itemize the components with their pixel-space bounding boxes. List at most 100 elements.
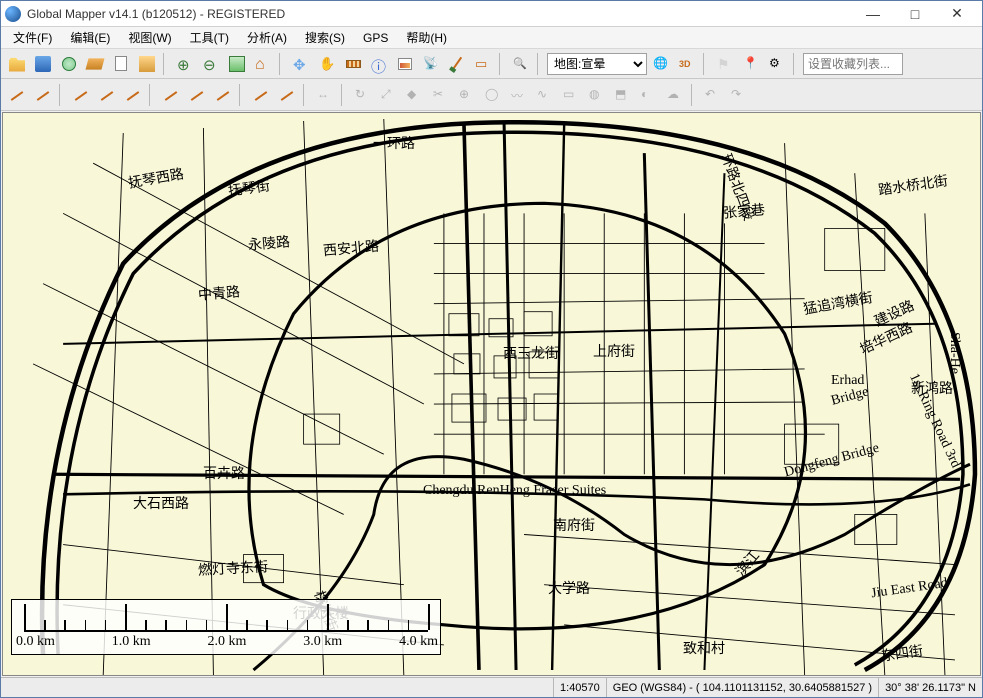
draw-line-button[interactable] bbox=[31, 83, 55, 107]
gps-settings-icon: ⚙ bbox=[769, 56, 785, 72]
print-button[interactable] bbox=[109, 52, 133, 76]
config-button[interactable] bbox=[135, 52, 159, 76]
undo-button[interactable]: ↶ bbox=[701, 83, 725, 107]
zoom-in-button[interactable] bbox=[173, 52, 197, 76]
separator bbox=[59, 84, 65, 106]
draw-cogo-button[interactable] bbox=[185, 83, 209, 107]
map-select[interactable]: 地图:宣晕 bbox=[547, 53, 647, 75]
separator bbox=[691, 84, 697, 106]
separator bbox=[537, 53, 543, 75]
draw-rect-button[interactable] bbox=[95, 83, 119, 107]
menu-analyze[interactable]: 分析(A) bbox=[239, 27, 295, 48]
separator bbox=[499, 53, 505, 75]
edit-combine-button[interactable]: ⬒ bbox=[611, 83, 635, 107]
layers-button[interactable] bbox=[83, 52, 107, 76]
pencil-circle-icon bbox=[127, 91, 140, 101]
gps-flag-button[interactable] bbox=[713, 52, 737, 76]
edit-crop-button[interactable]: ▭ bbox=[559, 83, 583, 107]
scale-label-2: 2.0 km bbox=[208, 634, 247, 650]
find-button[interactable] bbox=[509, 52, 533, 76]
menu-view[interactable]: 视图(W) bbox=[120, 27, 179, 48]
edit-button[interactable] bbox=[445, 52, 469, 76]
combine-icon: ⬒ bbox=[615, 87, 631, 103]
draw-point-button[interactable] bbox=[5, 83, 29, 107]
edit-dissolve-button[interactable]: ◐ bbox=[637, 83, 661, 107]
draw-trace-button[interactable] bbox=[249, 83, 273, 107]
edit-buffer-button[interactable]: ◯ bbox=[481, 83, 505, 107]
pencil-rect-icon bbox=[101, 91, 114, 101]
draw-free-button[interactable] bbox=[275, 83, 299, 107]
edit-vertex-button[interactable]: ◆ bbox=[403, 83, 427, 107]
draw-range-button[interactable] bbox=[211, 83, 235, 107]
gps-settings-button[interactable]: ⚙ bbox=[765, 52, 789, 76]
zoom-in-icon bbox=[177, 56, 193, 72]
separator bbox=[163, 53, 169, 75]
edit-split-button[interactable]: ✂ bbox=[429, 83, 453, 107]
pan-button[interactable] bbox=[289, 52, 313, 76]
join-icon: ⊕ bbox=[459, 87, 475, 103]
info-button[interactable] bbox=[367, 52, 391, 76]
shape-button[interactable] bbox=[471, 52, 495, 76]
redo-button[interactable]: ↷ bbox=[727, 83, 751, 107]
gps-track-button[interactable]: 📍 bbox=[739, 52, 763, 76]
los-button[interactable]: 📡 bbox=[419, 52, 443, 76]
pencil-free-icon bbox=[281, 91, 294, 101]
profile-button[interactable] bbox=[393, 52, 417, 76]
scale-label-4: 4.0 km bbox=[399, 634, 438, 650]
edit-scale-button[interactable]: ⤢ bbox=[377, 83, 401, 107]
edit-join-button[interactable]: ⊕ bbox=[455, 83, 479, 107]
zoom-out-button[interactable] bbox=[199, 52, 223, 76]
view3d-button[interactable] bbox=[675, 52, 699, 76]
layers-icon bbox=[85, 58, 104, 69]
shape-icon bbox=[475, 56, 491, 72]
menu-tools[interactable]: 工具(T) bbox=[182, 27, 237, 48]
draw-circle-button[interactable] bbox=[121, 83, 145, 107]
status-scale: 1:40570 bbox=[553, 678, 606, 697]
map-vector bbox=[3, 113, 980, 675]
profile-icon bbox=[398, 58, 412, 70]
edit-smooth-button[interactable]: ∿ bbox=[533, 83, 557, 107]
map-canvas[interactable]: 一环路抚琴西路抚琴街环路北四段踏水桥北街永陵路西安北路张家巷中青路猛追湾横街建设… bbox=[2, 112, 981, 676]
crop-icon: ▭ bbox=[563, 87, 579, 103]
los-icon: 📡 bbox=[423, 56, 439, 72]
edit-move-button[interactable]: ↔ bbox=[313, 83, 337, 107]
scale-label-1: 1.0 km bbox=[112, 634, 151, 650]
info-icon bbox=[371, 56, 387, 72]
web-button[interactable] bbox=[57, 52, 81, 76]
open-button[interactable] bbox=[5, 52, 29, 76]
favorites-input[interactable] bbox=[803, 53, 903, 75]
separator bbox=[793, 53, 799, 75]
hand-icon bbox=[319, 56, 335, 72]
3d-icon bbox=[679, 56, 695, 72]
close-button[interactable]: ✕ bbox=[936, 2, 978, 26]
edit-attrib-button[interactable]: ☁ bbox=[663, 83, 687, 107]
edit-simplify-button[interactable]: 〰 bbox=[507, 83, 531, 107]
home-button[interactable] bbox=[251, 52, 275, 76]
draw-area-button[interactable] bbox=[69, 83, 93, 107]
scale-label-3: 3.0 km bbox=[303, 634, 342, 650]
edit-island-button[interactable]: ◍ bbox=[585, 83, 609, 107]
menu-help[interactable]: 帮助(H) bbox=[398, 27, 455, 48]
maximize-button[interactable]: □ bbox=[894, 2, 936, 26]
pencil-trace-icon bbox=[255, 91, 268, 101]
scale-icon: ⤢ bbox=[381, 87, 397, 103]
measure-button[interactable] bbox=[341, 52, 365, 76]
pencil-icon bbox=[11, 91, 24, 101]
menu-edit[interactable]: 编辑(E) bbox=[62, 27, 118, 48]
download-button[interactable]: 🌐 bbox=[649, 52, 673, 76]
draw-grid-button[interactable] bbox=[159, 83, 183, 107]
flag-icon bbox=[717, 56, 733, 72]
menu-file[interactable]: 文件(F) bbox=[5, 27, 60, 48]
minimize-button[interactable]: — bbox=[852, 2, 894, 26]
config-icon bbox=[139, 56, 155, 72]
zoom-full-button[interactable] bbox=[225, 52, 249, 76]
separator bbox=[303, 84, 309, 106]
pan-icon bbox=[293, 56, 309, 72]
menu-gps[interactable]: GPS bbox=[355, 29, 396, 47]
menu-search[interactable]: 搜索(S) bbox=[297, 27, 353, 48]
download-icon: 🌐 bbox=[653, 56, 669, 72]
save-button[interactable] bbox=[31, 52, 55, 76]
hand-button[interactable] bbox=[315, 52, 339, 76]
separator bbox=[149, 84, 155, 106]
edit-rotate-button[interactable]: ↻ bbox=[351, 83, 375, 107]
